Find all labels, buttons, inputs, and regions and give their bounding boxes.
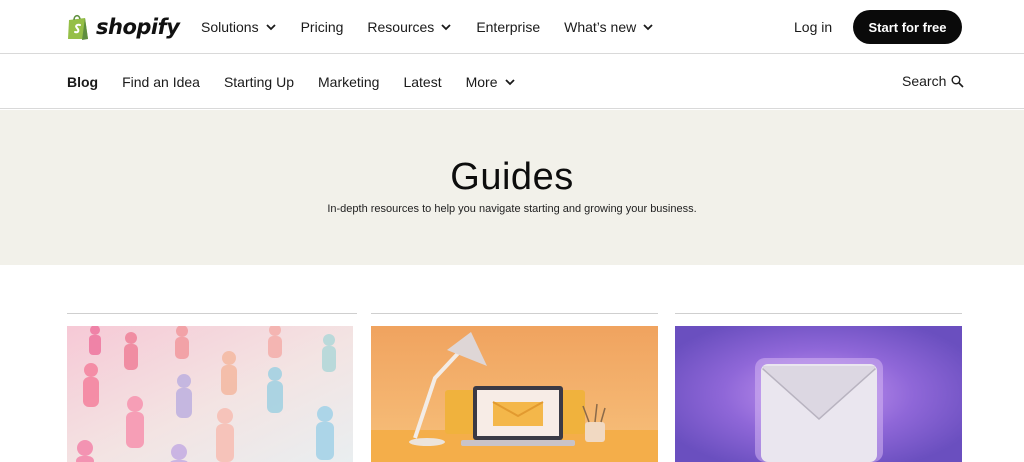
blog-nav-label: Blog bbox=[67, 73, 99, 90]
blog-nav-label: More bbox=[465, 73, 498, 90]
people-figures-illustration bbox=[67, 326, 353, 462]
guide-card-image-people[interactable] bbox=[67, 326, 353, 462]
search-button[interactable]: Search bbox=[902, 73, 964, 89]
blog-nav-label: Marketing bbox=[318, 73, 380, 90]
laptop-lamp-email-illustration bbox=[371, 326, 658, 462]
blog-navigation: Blog Find an Idea Starting Up Marketing … bbox=[0, 54, 1024, 109]
shopping-bag-icon bbox=[68, 14, 88, 40]
nav-item-enterprise[interactable]: Enterprise bbox=[476, 19, 540, 35]
chevron-down-icon bbox=[504, 78, 515, 85]
nav-item-solutions[interactable]: Solutions bbox=[201, 19, 277, 35]
blog-nav-item-starting-up[interactable]: Starting Up bbox=[224, 74, 294, 90]
glowing-envelope-illustration bbox=[675, 326, 962, 462]
nav-item-label: Pricing bbox=[300, 19, 344, 35]
card-divider bbox=[675, 313, 962, 314]
blog-nav-label: Find an Idea bbox=[122, 73, 200, 90]
start-for-free-button[interactable]: Start for free bbox=[853, 10, 962, 44]
chevron-down-icon bbox=[643, 24, 653, 31]
card-divider bbox=[371, 313, 658, 314]
login-link[interactable]: Log in bbox=[794, 19, 832, 35]
chevron-down-icon bbox=[441, 24, 451, 31]
nav-item-label: Resources bbox=[367, 19, 435, 35]
search-label: Search bbox=[902, 73, 947, 89]
blog-nav-item-more[interactable]: More bbox=[466, 74, 516, 90]
nav-item-label: What’s new bbox=[564, 19, 637, 35]
blog-nav-item-marketing[interactable]: Marketing bbox=[318, 74, 379, 90]
blog-nav-label: Latest bbox=[403, 73, 442, 90]
nav-item-whats-new[interactable]: What’s new bbox=[564, 19, 654, 35]
logo-wordmark: shopify bbox=[96, 15, 180, 39]
blog-nav-item-find-an-idea[interactable]: Find an Idea bbox=[122, 74, 200, 90]
guides-hero: Guides In-depth resources to help you na… bbox=[0, 110, 1024, 265]
card-divider bbox=[67, 313, 357, 314]
page-title: Guides bbox=[450, 156, 574, 198]
blog-nav-label: Starting Up bbox=[223, 73, 294, 90]
top-navigation: shopify Solutions Pricing Resources Ente… bbox=[0, 0, 1024, 54]
page-subtitle: In-depth resources to help you navigate … bbox=[327, 203, 697, 215]
guide-card-image-laptop[interactable] bbox=[371, 326, 658, 462]
search-icon bbox=[951, 75, 964, 88]
nav-item-pricing[interactable]: Pricing bbox=[301, 19, 344, 35]
nav-item-label: Solutions bbox=[201, 19, 259, 35]
nav-item-label: Enterprise bbox=[476, 19, 541, 35]
blog-nav-item-blog[interactable]: Blog bbox=[67, 74, 98, 90]
nav-item-resources[interactable]: Resources bbox=[367, 19, 452, 35]
chevron-down-icon bbox=[265, 24, 276, 31]
blog-nav-links: Blog Find an Idea Starting Up Marketing … bbox=[67, 54, 516, 109]
guide-card-image-envelope[interactable] bbox=[675, 326, 962, 462]
shopify-logo[interactable]: shopify bbox=[66, 12, 180, 42]
main-nav: Solutions Pricing Resources Enterprise W… bbox=[201, 0, 654, 54]
blog-nav-item-latest[interactable]: Latest bbox=[403, 74, 441, 90]
